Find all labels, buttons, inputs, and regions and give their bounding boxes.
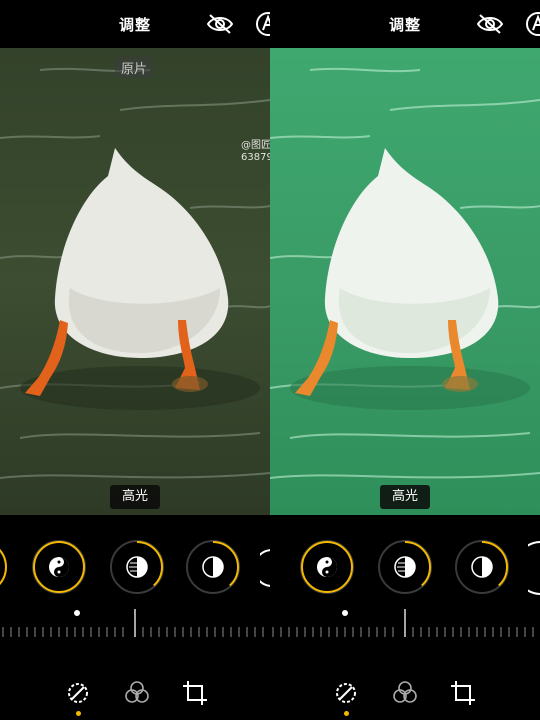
shadows-dial[interactable] [110, 540, 164, 594]
adjustment-tool-strip[interactable] [270, 538, 540, 598]
adjustment-name-label: 高光 [380, 485, 430, 509]
partial-tool-dial-right[interactable] [260, 548, 270, 588]
eye-hidden-icon[interactable] [206, 13, 234, 35]
contrast-dial[interactable] [186, 540, 240, 594]
adjust-icon[interactable] [331, 678, 361, 708]
top-bar: 调整 [270, 0, 540, 48]
bottom-toolbar [0, 678, 270, 718]
left-panel: 调整 原片 @图匠 63879 高光 [0, 0, 270, 720]
eye-hidden-icon[interactable] [476, 13, 504, 35]
contrast-dial[interactable] [455, 540, 509, 594]
original-badge: 原片 [115, 57, 154, 78]
auto-icon[interactable] [525, 11, 540, 37]
original-photo [0, 48, 270, 515]
edited-photo [270, 48, 540, 515]
yin-yang-icon [49, 557, 69, 577]
top-bar: 调整 [0, 0, 270, 48]
watermark-id: 638794984 [241, 152, 270, 163]
highlights-dial[interactable] [32, 540, 86, 594]
half-circle-icon [471, 556, 493, 578]
bottom-toolbar [270, 678, 540, 718]
half-circle-striped-icon [394, 556, 416, 578]
watermark: @图匠小健 638794984 [241, 140, 270, 164]
yin-yang-icon [317, 557, 337, 577]
selected-indicator [344, 711, 349, 716]
crop-icon[interactable] [180, 678, 210, 708]
value-slider[interactable] [0, 605, 270, 645]
watermark-handle: @图匠小健 [241, 140, 270, 151]
filters-icon[interactable] [390, 678, 420, 708]
adjustment-tool-strip[interactable] [0, 538, 270, 598]
partial-tool-dial-right[interactable] [528, 540, 540, 596]
filters-icon[interactable] [122, 678, 152, 708]
half-circle-striped-icon [126, 556, 148, 578]
value-slider[interactable] [270, 605, 540, 645]
crop-icon[interactable] [448, 678, 478, 708]
auto-icon[interactable] [255, 11, 270, 37]
adjustment-name-label: 高光 [110, 485, 160, 509]
selected-indicator [76, 711, 81, 716]
partial-tool-dial[interactable] [0, 538, 10, 596]
adjust-icon[interactable] [63, 678, 93, 708]
right-panel: 调整 高光 [270, 0, 540, 720]
half-circle-icon [202, 556, 224, 578]
shadows-dial[interactable] [378, 540, 432, 594]
highlights-dial[interactable] [300, 540, 354, 594]
